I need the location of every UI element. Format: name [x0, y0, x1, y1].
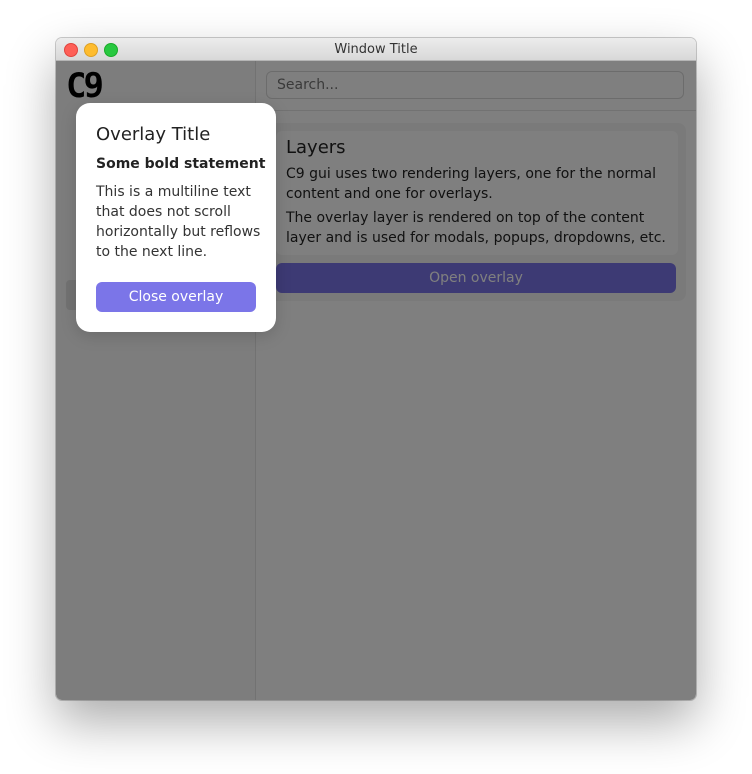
- title-bar[interactable]: Window Title: [56, 38, 696, 61]
- overlay-body-text: This is a multiline text that does not s…: [96, 184, 261, 260]
- app-window: Window Title C9 Layers C9 gui uses two r…: [56, 38, 696, 700]
- close-overlay-button[interactable]: Close overlay: [96, 282, 256, 312]
- overlay-bold-statement: Some bold statement: [96, 156, 266, 172]
- window-title: Window Title: [334, 42, 418, 57]
- overlay-modal: Overlay Title Some bold statement This i…: [76, 103, 276, 332]
- window-content: C9 Layers C9 gui uses two rendering laye…: [56, 61, 696, 700]
- overlay-title: Overlay Title: [96, 124, 211, 145]
